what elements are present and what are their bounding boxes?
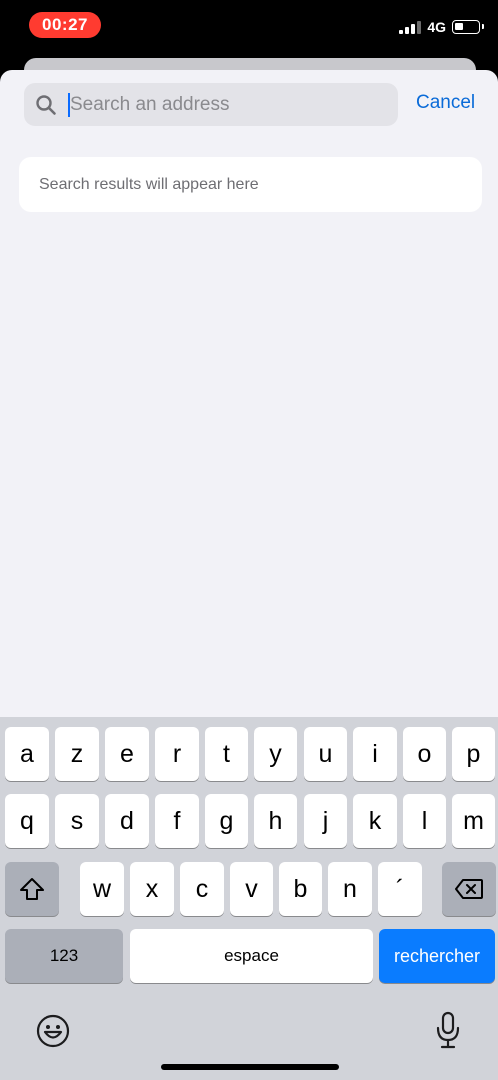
- key-l[interactable]: l: [403, 794, 446, 848]
- key-acute-accent[interactable]: ´: [378, 862, 422, 916]
- search-return-key[interactable]: rechercher: [379, 929, 495, 983]
- search-box[interactable]: [24, 83, 398, 126]
- key-t[interactable]: t: [205, 727, 248, 781]
- backspace-icon: [455, 879, 483, 899]
- results-placeholder-text: Search results will appear here: [39, 176, 259, 193]
- phone-screen: 00:27 4G Cancel: [0, 0, 498, 1080]
- signal-icon: [399, 20, 422, 34]
- key-i[interactable]: i: [353, 727, 397, 781]
- battery-icon: [452, 20, 484, 34]
- network-label: 4G: [427, 19, 446, 35]
- key-u[interactable]: u: [304, 727, 347, 781]
- key-v[interactable]: v: [230, 862, 273, 916]
- status-indicators: 4G: [399, 19, 484, 35]
- space-key[interactable]: espace: [130, 929, 373, 983]
- key-r[interactable]: r: [155, 727, 199, 781]
- status-time[interactable]: 00:27: [29, 12, 101, 38]
- key-k[interactable]: k: [353, 794, 397, 848]
- key-y[interactable]: y: [254, 727, 297, 781]
- key-p[interactable]: p: [452, 727, 495, 781]
- key-f[interactable]: f: [155, 794, 199, 848]
- key-c[interactable]: c: [180, 862, 224, 916]
- key-d[interactable]: d: [105, 794, 149, 848]
- shift-key[interactable]: [5, 862, 59, 916]
- key-g[interactable]: g: [205, 794, 248, 848]
- home-indicator[interactable]: [161, 1064, 339, 1070]
- key-a[interactable]: a: [5, 727, 49, 781]
- text-caret: [68, 93, 70, 117]
- key-z[interactable]: z: [55, 727, 99, 781]
- key-s[interactable]: s: [55, 794, 99, 848]
- search-icon: [36, 95, 56, 115]
- key-m[interactable]: m: [452, 794, 495, 848]
- keyboard: a z e r t y u i o p q s d f g h j k l m …: [0, 717, 498, 1080]
- search-results-card: Search results will appear here: [19, 157, 482, 212]
- key-b[interactable]: b: [279, 862, 322, 916]
- microphone-icon[interactable]: [435, 1011, 461, 1051]
- key-h[interactable]: h: [254, 794, 297, 848]
- key-w[interactable]: w: [80, 862, 124, 916]
- key-x[interactable]: x: [130, 862, 174, 916]
- numbers-key[interactable]: 123: [5, 929, 123, 983]
- cancel-button[interactable]: Cancel: [416, 92, 475, 114]
- key-e[interactable]: e: [105, 727, 149, 781]
- key-q[interactable]: q: [5, 794, 49, 848]
- backspace-key[interactable]: [442, 862, 496, 916]
- key-n[interactable]: n: [328, 862, 372, 916]
- key-o[interactable]: o: [403, 727, 446, 781]
- emoji-icon[interactable]: [36, 1014, 70, 1048]
- shift-icon: [20, 878, 44, 900]
- search-input[interactable]: [68, 83, 388, 126]
- key-j[interactable]: j: [304, 794, 347, 848]
- status-bar: 00:27 4G: [0, 0, 498, 52]
